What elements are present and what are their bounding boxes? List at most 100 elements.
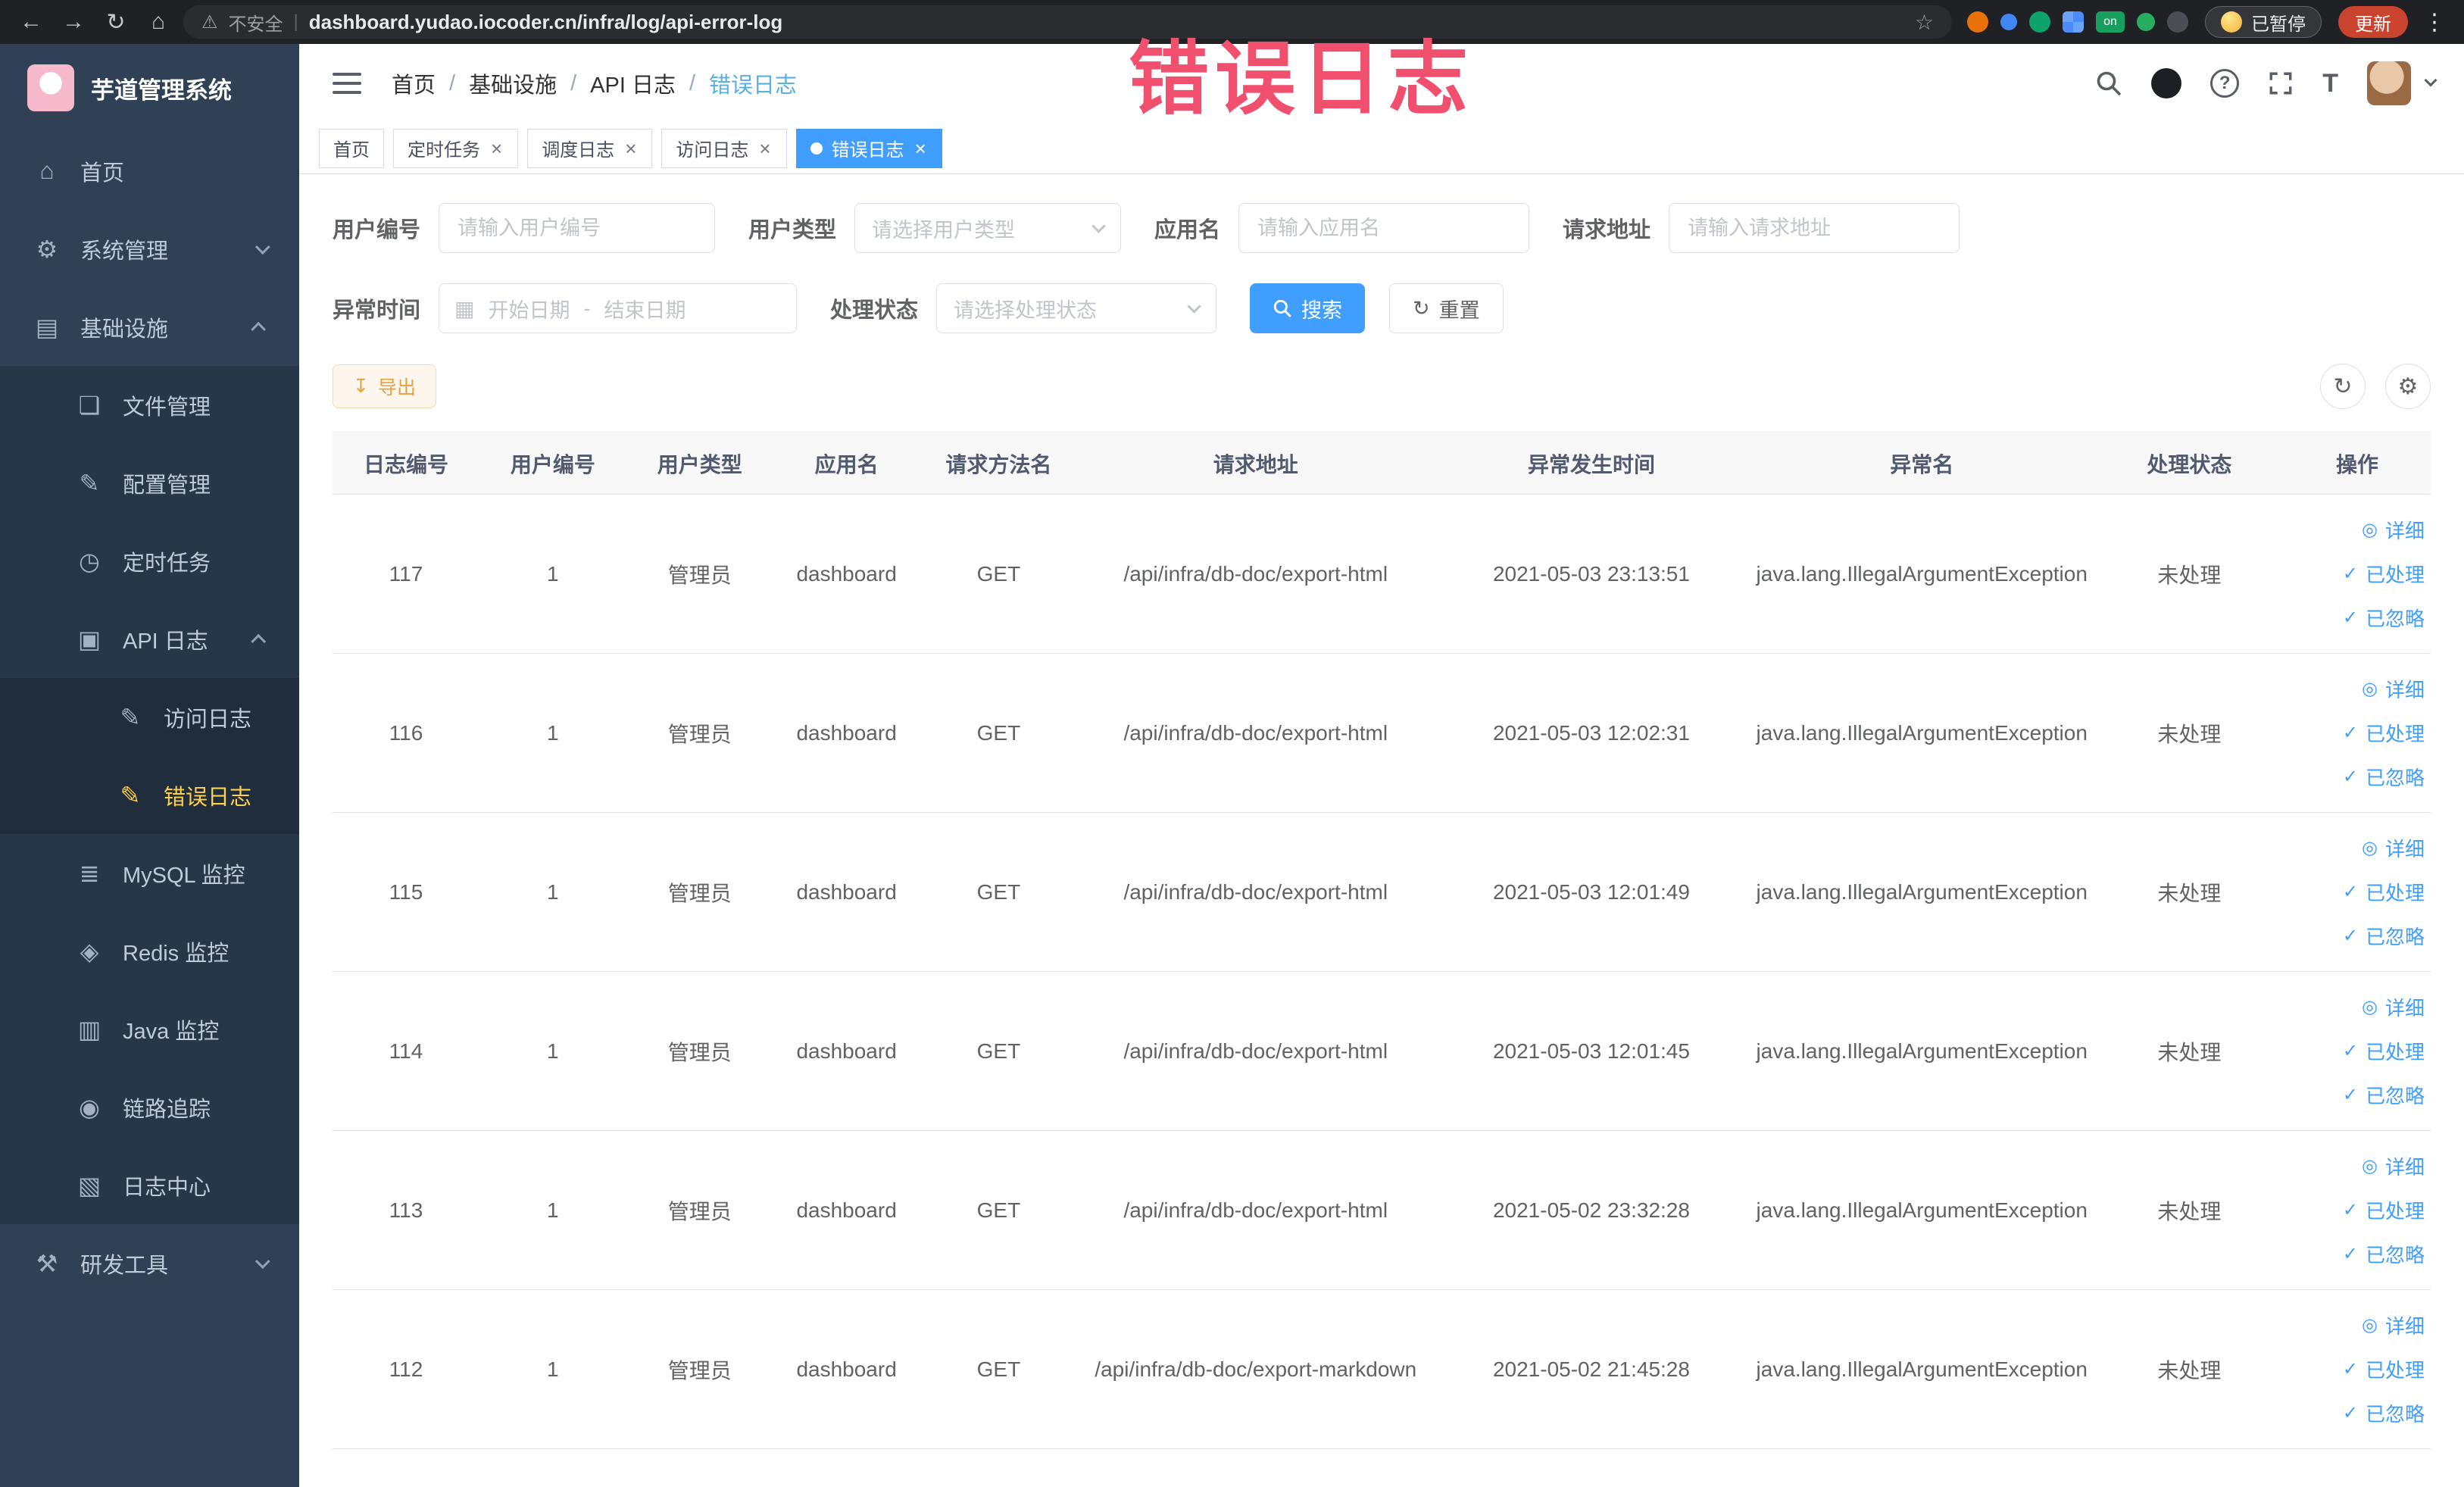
sidebar-item-dev-tools[interactable]: ⚒ 研发工具	[0, 1224, 299, 1302]
breadcrumb-infrastructure[interactable]: 基础设施	[469, 67, 557, 99]
address-bar[interactable]: ⚠ 不安全 | dashboard.yudao.iocoder.cn/infra…	[183, 5, 1952, 39]
cell-user-id: 1	[479, 494, 626, 654]
sidebar-item-java-monitor[interactable]: ▥ Java 监控	[0, 990, 299, 1068]
sidebar-item-config-management[interactable]: ✎ 配置管理	[0, 444, 299, 522]
url-text: dashboard.yudao.iocoder.cn/infra/log/api…	[308, 10, 783, 33]
tab-schedule-log[interactable]: 调度日志 ×	[527, 128, 653, 168]
app-logo[interactable]: 芋道管理系统	[0, 44, 299, 132]
sidebar-item-redis-monitor[interactable]: ◈ Redis 监控	[0, 912, 299, 990]
cell-user-type: 管理员	[626, 494, 773, 654]
ignored-link[interactable]: ✓ 已忽略	[2290, 914, 2425, 958]
ignored-link[interactable]: ✓ 已忽略	[2290, 1232, 2425, 1276]
extension-icon[interactable]	[2029, 11, 2050, 33]
github-icon[interactable]	[2151, 68, 2182, 98]
cell-request-url: /api/infra/db-doc/export-markdown	[1077, 1289, 1435, 1449]
tab-error-log[interactable]: 错误日志 ×	[795, 128, 942, 168]
search-button[interactable]: 搜索	[1250, 283, 1366, 333]
process-status-select[interactable]: 请选择处理状态	[936, 283, 1217, 333]
cell-user-id: 1	[479, 1289, 626, 1449]
ignored-link[interactable]: ✓ 已忽略	[2290, 1073, 2425, 1117]
sidebar-item-mysql-monitor[interactable]: ≣ MySQL 监控	[0, 834, 299, 912]
update-button[interactable]: 更新	[2338, 6, 2408, 38]
bookmark-star-icon[interactable]: ☆	[1915, 10, 1934, 35]
cell-user-type: 管理员	[626, 1289, 773, 1449]
close-icon[interactable]: ×	[623, 139, 638, 158]
address-divider: |	[293, 11, 298, 32]
reload-icon[interactable]: ↻	[98, 5, 133, 39]
extension-icon[interactable]	[2137, 13, 2155, 31]
sidebar-item-api-log[interactable]: ▣ API 日志	[0, 600, 299, 678]
sidebar-item-file-management[interactable]: ❏ 文件管理	[0, 366, 299, 444]
back-icon[interactable]: ←	[14, 5, 48, 39]
table-row: 112 1 管理员 dashboard GET /api/infra/db-do…	[333, 1289, 2431, 1449]
extension-icon[interactable]	[2063, 11, 2084, 33]
sidebar-item-label: 访问日志	[164, 707, 252, 732]
reset-button[interactable]: ↻ 重置	[1389, 283, 1504, 333]
close-icon[interactable]: ×	[913, 139, 928, 158]
extension-icon[interactable]	[2000, 14, 2017, 30]
sidebar-item-error-log[interactable]: ✎ 错误日志	[0, 756, 299, 834]
processed-link[interactable]: ✓ 已处理	[2290, 552, 2425, 596]
cell-actions: ◎ 详细 ✓ 已处理 ✓ 已忽略	[2284, 653, 2431, 813]
ignored-link[interactable]: ✓ 已忽略	[2290, 1392, 2425, 1435]
detail-link[interactable]: ◎ 详细	[2290, 1145, 2425, 1189]
cell-app-name: dashboard	[773, 494, 920, 654]
ignored-link[interactable]: ✓ 已忽略	[2290, 596, 2425, 640]
detail-link[interactable]: ◎ 详细	[2290, 508, 2425, 552]
sidebar-item-system[interactable]: ⚙ 系统管理	[0, 210, 299, 288]
eye-icon: ◉	[79, 1093, 100, 1121]
extension-icon[interactable]	[2167, 11, 2188, 33]
avatar[interactable]	[2367, 61, 2411, 105]
col-header-actions: 操作	[2284, 432, 2431, 495]
ignored-label: 已忽略	[2365, 926, 2425, 948]
refresh-button[interactable]: ↻	[2320, 364, 2366, 409]
column-settings-button[interactable]: ⚙	[2385, 364, 2431, 409]
extension-icon[interactable]	[1967, 11, 1988, 33]
exception-time-range-picker[interactable]: ▦ 开始日期 - 结束日期	[439, 283, 798, 333]
user-type-select[interactable]: 请选择用户类型	[854, 203, 1122, 253]
ignored-link[interactable]: ✓ 已忽略	[2290, 755, 2425, 799]
processed-link[interactable]: ✓ 已处理	[2290, 711, 2425, 755]
browser-menu-icon[interactable]: ⋮	[2423, 9, 2446, 36]
font-size-icon[interactable]: T	[2322, 69, 2338, 98]
close-icon[interactable]: ×	[757, 139, 772, 158]
hamburger-icon[interactable]	[328, 68, 366, 98]
caret-down-icon[interactable]	[2424, 73, 2437, 87]
tab-home[interactable]: 首页	[319, 128, 384, 168]
fullscreen-icon[interactable]	[2268, 70, 2294, 96]
extension-on-icon[interactable]: on	[2096, 11, 2125, 33]
processed-link[interactable]: ✓ 已处理	[2290, 1189, 2425, 1232]
tab-access-log[interactable]: 访问日志 ×	[661, 128, 787, 168]
detail-link[interactable]: ◎ 详细	[2290, 986, 2425, 1029]
breadcrumb-api-log[interactable]: API 日志	[590, 67, 676, 99]
processed-link[interactable]: ✓ 已处理	[2290, 1348, 2425, 1392]
check-icon: ✓	[2342, 564, 2358, 584]
request-url-input[interactable]	[1669, 203, 1960, 253]
cell-user-id: 1	[479, 1130, 626, 1290]
detail-link[interactable]: ◎ 详细	[2290, 667, 2425, 711]
sidebar-item-cron-jobs[interactable]: ◷ 定时任务	[0, 522, 299, 600]
table-row: 114 1 管理员 dashboard GET /api/infra/db-do…	[333, 971, 2431, 1131]
file-icon: ❏	[78, 391, 101, 419]
detail-link[interactable]: ◎ 详细	[2290, 1304, 2425, 1348]
sidebar-item-access-log[interactable]: ✎ 访问日志	[0, 678, 299, 756]
help-icon[interactable]: ?	[2210, 69, 2240, 98]
cell-log-id: 116	[333, 653, 479, 813]
search-icon[interactable]	[2095, 70, 2122, 97]
sidebar-item-home[interactable]: ⌂ 首页	[0, 132, 299, 210]
home-icon[interactable]: ⌂	[141, 5, 176, 39]
breadcrumb-home[interactable]: 首页	[392, 67, 436, 99]
processed-link[interactable]: ✓ 已处理	[2290, 870, 2425, 914]
app-name-input[interactable]	[1238, 203, 1530, 253]
paused-button[interactable]: 已暂停	[2205, 6, 2322, 38]
sidebar-item-log-center[interactable]: ▧ 日志中心	[0, 1146, 299, 1224]
processed-link[interactable]: ✓ 已处理	[2290, 1029, 2425, 1073]
detail-link[interactable]: ◎ 详细	[2290, 826, 2425, 870]
tab-cron-jobs[interactable]: 定时任务 ×	[393, 128, 519, 168]
sidebar-item-infrastructure[interactable]: ▤ 基础设施	[0, 288, 299, 366]
sidebar-item-tracing[interactable]: ◉ 链路追踪	[0, 1068, 299, 1146]
export-button[interactable]: ↧ 导出	[333, 364, 436, 408]
forward-icon[interactable]: →	[56, 5, 91, 39]
close-icon[interactable]: ×	[489, 139, 504, 158]
user-id-input[interactable]	[439, 203, 716, 253]
